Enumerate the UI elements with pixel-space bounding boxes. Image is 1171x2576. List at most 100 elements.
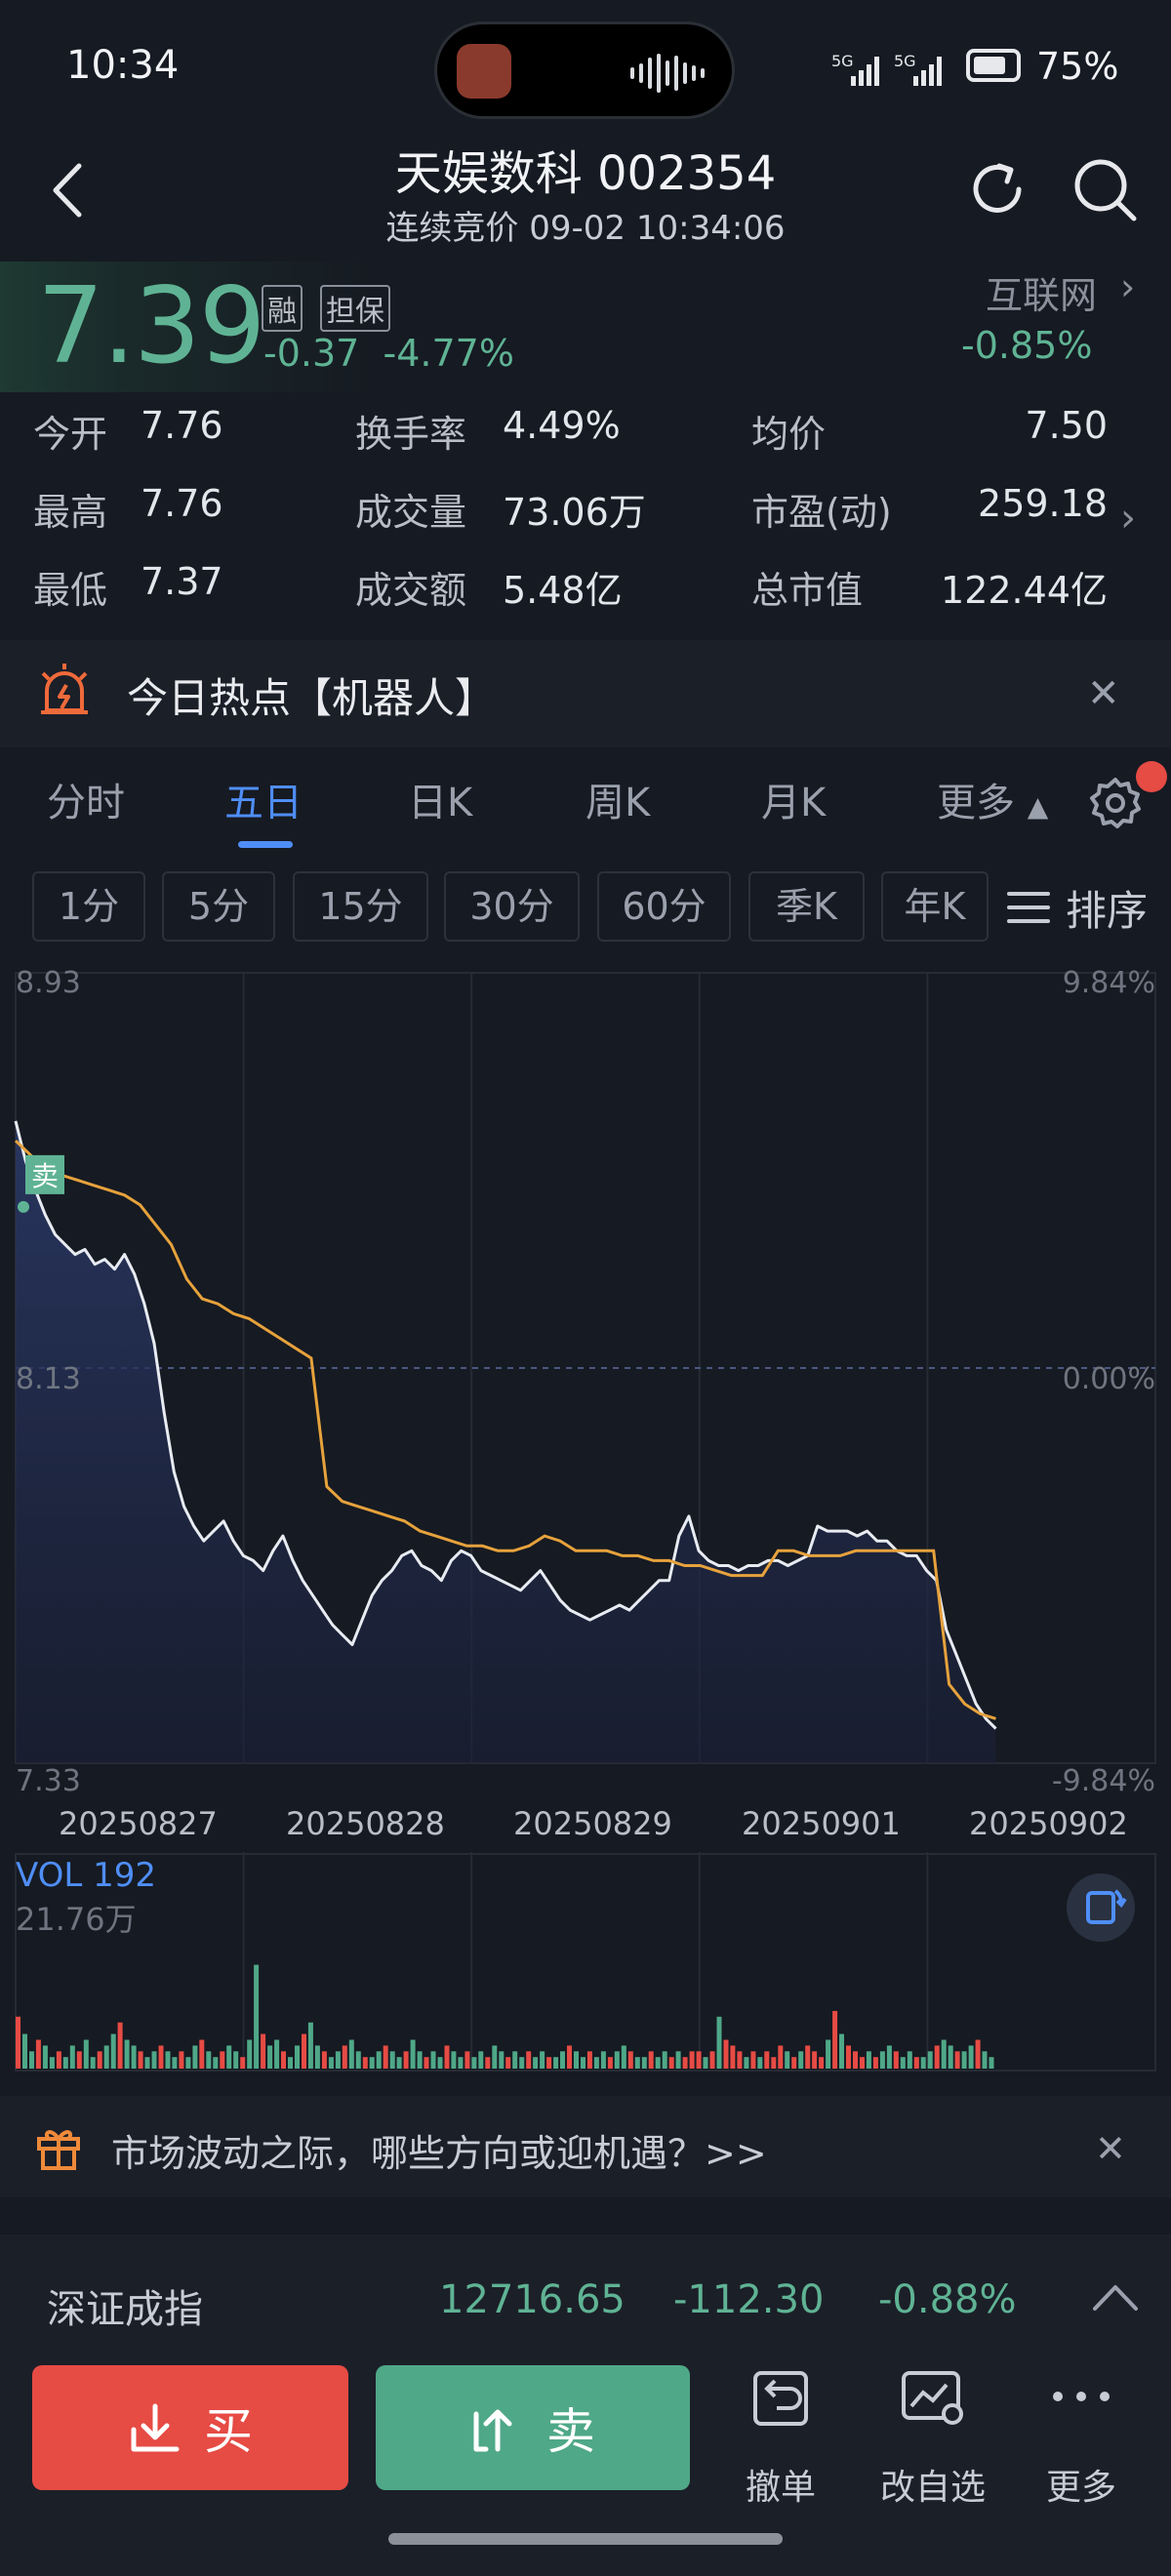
more-label: 更多	[1045, 2468, 1116, 2508]
volume-bar	[16, 2016, 20, 2069]
volume-bar	[744, 2057, 749, 2069]
volume-bar	[76, 2051, 82, 2069]
battery-level: 75%	[1036, 45, 1119, 88]
expand-stats-icon[interactable]: ›	[1120, 496, 1136, 541]
tab-intraday[interactable]: 分时	[47, 771, 125, 827]
sell-marker-label: 卖	[31, 1160, 59, 1192]
sell-label: 卖	[546, 2403, 595, 2460]
gift-icon	[37, 2130, 80, 2170]
volume-bar	[444, 2045, 450, 2069]
volume-bar	[627, 2051, 633, 2069]
edit-watchlist-button[interactable]: 改自选	[874, 2361, 991, 2508]
interval-1m[interactable]: 1分	[32, 871, 145, 942]
volume-bar	[56, 2051, 61, 2069]
volume-bar	[982, 2051, 988, 2069]
dynamic-island[interactable]	[434, 21, 735, 119]
volume-bar	[389, 2051, 395, 2069]
promo-text[interactable]: 市场波动之际，哪些方向或迎机遇？>>	[111, 2123, 767, 2177]
search-icon[interactable]	[1070, 154, 1140, 224]
volume-bar	[723, 2039, 729, 2069]
volume-bar	[254, 1964, 260, 2069]
volume-bar	[90, 2057, 96, 2069]
sort-label[interactable]: 排序	[1066, 878, 1148, 938]
high-value: 7.76	[141, 482, 223, 525]
tab-five-day[interactable]: 五日	[224, 771, 303, 827]
volume-bar	[968, 2045, 974, 2069]
volume-bar	[961, 2051, 967, 2069]
margin-badge[interactable]: 融	[262, 285, 303, 332]
volume-bar	[165, 2051, 171, 2069]
volume-bar	[533, 2057, 539, 2069]
tab-daily-k[interactable]: 日K	[408, 771, 472, 827]
volume-bar	[247, 2039, 253, 2069]
hot-topic-text[interactable]: 今日热点【机器人】	[127, 665, 496, 725]
buy-button[interactable]: 买	[32, 2365, 348, 2490]
volume-bar	[281, 2051, 286, 2069]
interval-30m[interactable]: 30分	[444, 871, 580, 942]
volume-label: 成交量	[355, 491, 467, 534]
svg-text:5G: 5G	[894, 52, 916, 70]
rotate-screen-icon[interactable]	[1067, 1873, 1135, 1942]
x-tick-label: 20250902	[969, 1805, 1128, 1842]
sell-button[interactable]: 卖	[376, 2365, 690, 2490]
interval-60m[interactable]: 60分	[597, 871, 731, 942]
volume-bar	[812, 2051, 818, 2069]
volume-bar	[634, 2057, 640, 2069]
sector-link[interactable]: 互联网	[986, 265, 1097, 319]
volume-bar	[192, 2045, 198, 2069]
pe-label: 市盈(动)	[751, 491, 892, 534]
tab-more[interactable]: 更多 ▲	[937, 771, 1048, 827]
watchlist-icon	[902, 2371, 963, 2425]
volume-bar	[920, 2057, 926, 2069]
volume-bar	[581, 2057, 586, 2069]
y-axis-min-pct: -9.84%	[1051, 1764, 1155, 1798]
volume-bar	[451, 2051, 457, 2069]
volume-bar	[220, 2051, 225, 2069]
home-indicator[interactable]	[388, 2533, 783, 2545]
collateral-badge[interactable]: 担保	[320, 285, 390, 332]
volume-bar	[989, 2057, 994, 2069]
volume-bar	[934, 2045, 940, 2069]
chevron-up-icon[interactable]	[1091, 2274, 1140, 2322]
cancel-order-button[interactable]: 撤单	[722, 2361, 839, 2508]
volume-bar	[778, 2045, 784, 2069]
tab-monthly-k[interactable]: 月K	[761, 771, 826, 827]
volume-chart[interactable]	[0, 1852, 1171, 2081]
close-icon[interactable]: ✕	[1095, 2127, 1126, 2170]
more-button[interactable]: 更多	[1023, 2361, 1140, 2508]
open-label: 今开	[33, 413, 108, 456]
y-axis-max: 8.93	[16, 966, 81, 1000]
refresh-icon[interactable]	[964, 156, 1030, 222]
volume-bar	[519, 2057, 525, 2069]
chevron-right-icon[interactable]: ›	[1120, 265, 1135, 308]
interval-year-k[interactable]: 年K	[881, 871, 989, 942]
low-value: 7.37	[141, 560, 223, 603]
volume-bar	[124, 2039, 130, 2069]
volume-bar	[785, 2051, 790, 2069]
volume-bar	[342, 2045, 347, 2069]
interval-quarter-k[interactable]: 季K	[748, 871, 865, 942]
x-tick-label: 20250828	[286, 1805, 445, 1842]
volume-bar	[288, 2057, 293, 2069]
volume-bar	[35, 2039, 41, 2069]
volume-bar	[478, 2051, 484, 2069]
volume-bar	[321, 2051, 327, 2069]
volume-bar	[907, 2051, 912, 2069]
interval-15m[interactable]: 15分	[293, 871, 428, 942]
price-area	[16, 1120, 996, 1763]
close-icon[interactable]: ✕	[1087, 671, 1120, 716]
gear-icon[interactable]	[1088, 776, 1143, 830]
volume-bar	[158, 2045, 164, 2069]
sort-icon[interactable]	[1005, 888, 1052, 927]
volume-bar	[335, 2051, 341, 2069]
change-value: -0.37	[263, 332, 360, 375]
volume-bar	[853, 2051, 858, 2069]
volume-bar	[737, 2051, 743, 2069]
volume-bar	[771, 2057, 777, 2069]
volume-bar	[526, 2051, 532, 2069]
amount-label: 成交额	[355, 569, 467, 612]
sell-point	[18, 1200, 29, 1213]
tab-weekly-k[interactable]: 周K	[586, 771, 650, 827]
interval-5m[interactable]: 5分	[162, 871, 275, 942]
x-tick-label: 20250901	[742, 1805, 901, 1842]
